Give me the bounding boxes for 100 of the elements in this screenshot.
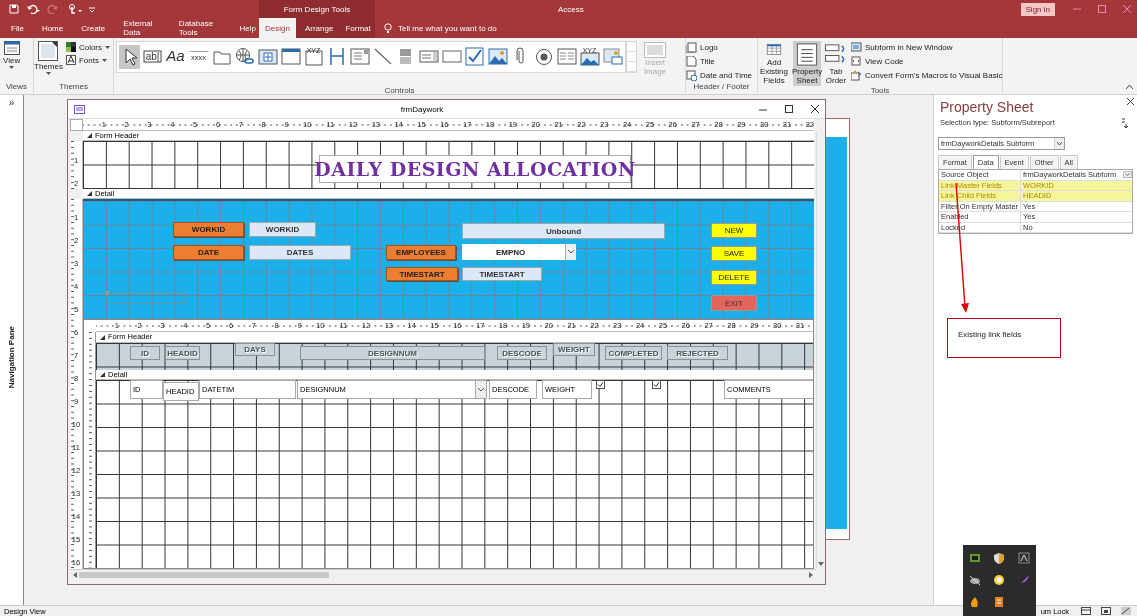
- text-box[interactable]: DATES: [249, 245, 351, 260]
- column-label: REJECTED: [667, 346, 728, 360]
- scroll-right-icon[interactable]: [809, 571, 813, 578]
- font-icon: [65, 55, 76, 65]
- ribbon-tab[interactable]: Database Tools: [175, 18, 225, 38]
- navigation-pane-label[interactable]: Navigation Pane: [7, 326, 16, 389]
- redo-icon: [47, 4, 61, 14]
- layout-view-icon[interactable]: [1101, 607, 1111, 615]
- caret-icon: [101, 58, 107, 62]
- form-button[interactable]: EXIT: [711, 295, 757, 311]
- checkbox-icon[interactable]: [464, 45, 485, 69]
- colors-button[interactable]: Colors: [65, 42, 111, 52]
- header-footer-button[interactable]: Title: [686, 56, 753, 67]
- group-label: Tools: [869, 86, 891, 95]
- text-box[interactable]: TIMESTART: [462, 267, 542, 281]
- sign-in-button[interactable]: Sign in: [1020, 2, 1055, 16]
- lightbulb-icon: [384, 22, 392, 34]
- checkbox[interactable]: [596, 380, 605, 389]
- ribbon-tab[interactable]: File: [8, 18, 27, 38]
- text-box[interactable]: Unbound: [462, 223, 665, 239]
- box-icon[interactable]: [993, 596, 1006, 608]
- themes-button[interactable]: Themes: [34, 41, 63, 75]
- ribbon-tab[interactable]: Design: [259, 18, 296, 38]
- form-icon: [74, 104, 85, 114]
- themes-icon: [38, 41, 59, 61]
- field-label[interactable]: DATE: [173, 245, 244, 260]
- ribbon-tab[interactable]: External Data: [120, 18, 164, 38]
- touch-icon[interactable]: [68, 4, 82, 14]
- customize-icon[interactable]: [89, 4, 95, 14]
- section-arrow-icon[interactable]: [100, 372, 105, 377]
- column-label: HEADID: [165, 346, 200, 360]
- header-footer-button[interactable]: Logo: [686, 42, 753, 53]
- panel-title: Property Sheet: [940, 99, 1034, 115]
- section-arrow-icon[interactable]: [100, 334, 105, 340]
- close-icon[interactable]: [811, 105, 819, 113]
- ribbon-tab[interactable]: Home: [38, 18, 67, 38]
- scroll-down-icon[interactable]: [818, 562, 824, 566]
- save-icon[interactable]: [9, 4, 19, 14]
- group-label: Header / Footer: [692, 82, 751, 93]
- circle-icon[interactable]: [993, 574, 1006, 586]
- tools-button[interactable]: Convert Form's Macros to Visual Basic: [851, 70, 1003, 81]
- group-label: Views: [4, 82, 29, 93]
- ribbon-tab[interactable]: Help: [236, 18, 259, 38]
- form-view-icon: [3, 41, 20, 55]
- collapse-icon[interactable]: [1126, 85, 1133, 89]
- ribbon-button[interactable]: Property Sheet: [793, 41, 821, 86]
- field-label[interactable]: TIMESTART: [386, 267, 458, 281]
- column-label: COMPLETED: [605, 346, 662, 360]
- property-sheet-icon: [794, 42, 820, 67]
- sort-icon[interactable]: [1121, 118, 1129, 128]
- caret-icon: [105, 45, 111, 49]
- expand-button[interactable]: »: [8, 97, 15, 108]
- caret-icon: [9, 66, 15, 69]
- column-label: ID: [130, 346, 160, 360]
- form-button[interactable]: DELETE: [711, 270, 757, 285]
- palette-icon: [65, 42, 76, 52]
- view-button[interactable]: View: [0, 41, 24, 69]
- square-icon[interactable]: [1017, 552, 1030, 564]
- subform-control[interactable]: [83, 319, 814, 569]
- group-label: Controls: [383, 86, 416, 95]
- window-title: Access: [558, 4, 584, 14]
- group-label: Themes: [58, 82, 89, 93]
- field-label[interactable]: EMPLOYEES: [386, 245, 456, 260]
- annotation-callout: Existing link fields: [947, 318, 1061, 358]
- label-icon[interactable]: Aa: [165, 45, 186, 69]
- tools-button[interactable]: View Code: [851, 56, 1003, 67]
- combo-box[interactable]: EMPNO: [462, 244, 576, 260]
- logo-icon: [686, 42, 697, 53]
- field-label[interactable]: WORKID: [173, 222, 244, 237]
- header-footer-button[interactable]: Date and Time: [686, 70, 753, 81]
- tell-me-field[interactable]: Tell me what you want to do: [398, 23, 497, 33]
- section-arrow-icon[interactable]: [87, 133, 92, 138]
- scroll-left-icon[interactable]: [73, 571, 77, 578]
- column-label: WEIGHT: [553, 343, 595, 356]
- picture-frame-icon: [644, 42, 666, 58]
- shield-icon[interactable]: [993, 552, 1006, 564]
- dropdown-arrow-icon[interactable]: [1123, 171, 1132, 179]
- subform-icon: [851, 42, 862, 53]
- cloud-icon[interactable]: [969, 574, 982, 586]
- undo-icon[interactable]: [26, 4, 40, 14]
- section-arrow-icon[interactable]: [87, 191, 92, 196]
- checkbox[interactable]: [652, 380, 661, 389]
- column-label: DAYS: [235, 343, 275, 356]
- chip-icon[interactable]: [969, 552, 982, 564]
- text-box[interactable]: WORKID: [249, 222, 316, 237]
- design-view-icon[interactable]: [1121, 607, 1131, 615]
- ribbon-button[interactable]: Tab Order: [824, 41, 848, 86]
- pointer-icon[interactable]: [119, 45, 140, 69]
- ribbon-tab[interactable]: Create: [78, 18, 109, 38]
- title-icon: [686, 56, 697, 67]
- form-view-icon[interactable]: [1081, 607, 1091, 615]
- form-button[interactable]: SAVE: [711, 246, 757, 261]
- tools-button[interactable]: Subform in New Window: [851, 42, 1003, 53]
- ribbon-button[interactable]: Add Existing Fields: [758, 41, 790, 86]
- column-label: DESIGNNUM: [300, 346, 485, 360]
- maximize-icon[interactable]: [785, 105, 793, 113]
- fonts-button[interactable]: Fonts: [65, 55, 111, 65]
- form-button[interactable]: NEW: [711, 223, 757, 238]
- close-icon[interactable]: [1127, 98, 1134, 105]
- window-title: frmDaywork: [399, 104, 445, 114]
